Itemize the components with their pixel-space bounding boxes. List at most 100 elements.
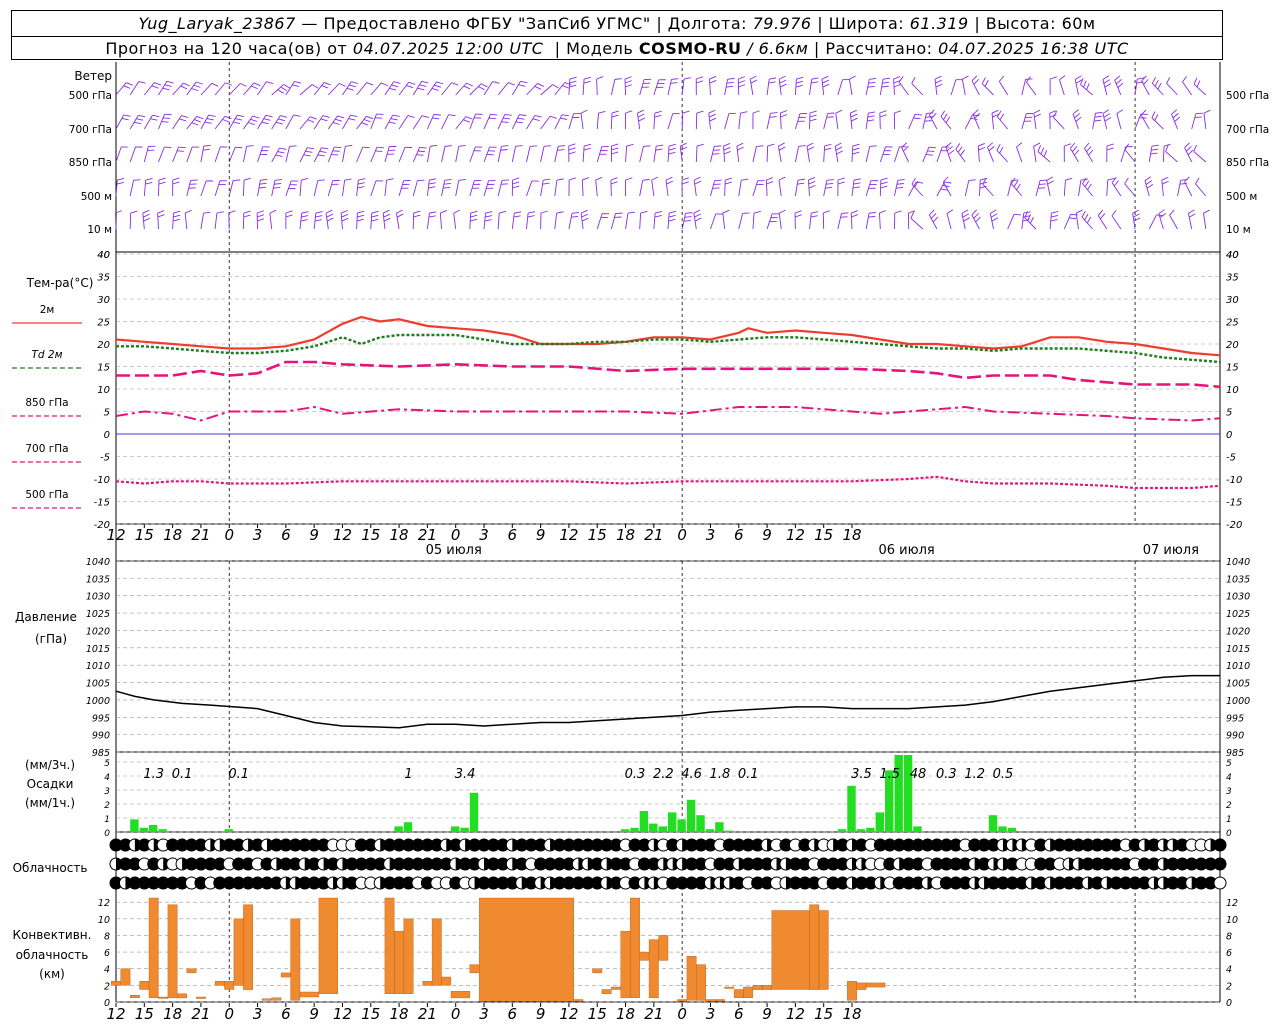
wind-barb bbox=[1191, 113, 1197, 130]
wind-barb-feather bbox=[1093, 119, 1102, 122]
wind-barb bbox=[981, 83, 994, 96]
wind-barb-feather bbox=[235, 118, 243, 121]
pressure-axis-tick-right: 995 bbox=[1226, 713, 1244, 724]
precip-3h-total: 2.2 bbox=[653, 767, 674, 782]
wind-barb bbox=[469, 146, 476, 163]
wind-barb-feather bbox=[696, 76, 704, 80]
wind-barb-feather bbox=[357, 182, 365, 185]
wind-level-label-right: 500 м bbox=[1226, 191, 1257, 203]
precip-bar bbox=[715, 822, 724, 832]
temp-axis-tick-right: 30 bbox=[1226, 295, 1239, 306]
hour-tick-label: 0 bbox=[677, 526, 687, 544]
wind-barb-feather bbox=[500, 149, 508, 151]
precip-bar bbox=[847, 785, 856, 832]
wind-barb-feather bbox=[928, 146, 936, 149]
wind-barb-feather bbox=[696, 110, 704, 114]
wind-barb bbox=[269, 213, 273, 230]
wind-barb-feather bbox=[970, 117, 978, 120]
wind-barb-feather bbox=[485, 215, 493, 218]
wind-barb-feather bbox=[990, 209, 997, 214]
wind-barb-feather bbox=[911, 177, 916, 185]
wind-barb bbox=[441, 82, 453, 96]
precip-bar bbox=[988, 815, 998, 832]
wind-barb-feather bbox=[991, 109, 999, 114]
wind-barb-feather bbox=[696, 80, 704, 84]
wind-barb-feather bbox=[960, 149, 965, 156]
wind-barb-feather bbox=[709, 117, 717, 122]
precip-bar bbox=[224, 829, 233, 832]
wind-barb bbox=[526, 213, 529, 230]
wind-barb-feather bbox=[834, 142, 842, 147]
wind-barb-feather bbox=[307, 119, 315, 123]
wind-barb bbox=[651, 180, 655, 197]
conv-bar bbox=[158, 996, 169, 999]
wind-barb bbox=[1033, 113, 1037, 130]
wind-barb-feather bbox=[323, 82, 331, 86]
wind-barb bbox=[946, 213, 952, 230]
wind-barb bbox=[806, 146, 810, 163]
wind-barb-feather bbox=[243, 177, 251, 181]
precip-bar bbox=[394, 826, 403, 832]
wind-barb-feather bbox=[1133, 213, 1140, 218]
wind-barb-feather bbox=[962, 213, 970, 218]
wind-barb bbox=[667, 79, 672, 96]
wind-barb-feather bbox=[571, 212, 580, 214]
wind-barb-feather bbox=[841, 212, 849, 214]
wind-barb-feather bbox=[581, 213, 589, 218]
wind-barb-feather bbox=[432, 117, 440, 120]
wind-barb-feather bbox=[392, 114, 400, 117]
wind-barb bbox=[129, 212, 132, 230]
wind-barb-feather bbox=[1184, 176, 1190, 183]
wind-barb-feather bbox=[1158, 209, 1165, 215]
wind-barb-feather bbox=[1163, 143, 1171, 147]
pressure-axis-tick-right: 1040 bbox=[1226, 557, 1250, 568]
wind-barb-feather bbox=[1106, 147, 1114, 151]
wind-barb-feather bbox=[183, 82, 190, 87]
wind-barb-feather bbox=[779, 209, 786, 214]
wind-barb-feather bbox=[752, 110, 760, 114]
wind-barb-feather bbox=[879, 210, 887, 214]
wind-barb-feather bbox=[569, 80, 577, 84]
wind-barb-feather bbox=[808, 184, 816, 189]
wind-barb bbox=[1148, 214, 1157, 230]
wind-barb bbox=[1097, 215, 1108, 230]
wind-barb-feather bbox=[345, 144, 353, 147]
hour-tick-label: 12 bbox=[559, 1005, 578, 1023]
wind-barb-feather bbox=[1033, 142, 1041, 147]
hour-tick-label: 12 bbox=[333, 1005, 352, 1023]
conv-title-line: (км) bbox=[39, 967, 65, 981]
wind-barb bbox=[1053, 116, 1065, 130]
wind-barb-feather bbox=[850, 113, 858, 118]
wind-barb-feather bbox=[413, 214, 421, 218]
wind-barb-feather bbox=[500, 183, 509, 185]
wind-barb bbox=[595, 180, 598, 197]
wind-barb-feather bbox=[285, 210, 293, 214]
hour-tick-label: 21 bbox=[644, 1005, 663, 1023]
wind-barb-feather bbox=[517, 117, 525, 120]
wind-barb-feather bbox=[1157, 82, 1162, 90]
wind-barb-feather bbox=[1074, 149, 1080, 156]
hour-tick-label: 15 bbox=[588, 1005, 607, 1023]
wind-barb bbox=[1111, 215, 1122, 230]
wind-barb-feather bbox=[266, 81, 274, 84]
wind-barb bbox=[200, 180, 207, 197]
wind-barb bbox=[778, 180, 782, 197]
wind-barb-feather bbox=[350, 114, 358, 118]
wind-barb-feather bbox=[611, 143, 619, 147]
wind-barb-feather bbox=[1087, 183, 1092, 191]
wind-barb bbox=[1106, 180, 1109, 197]
wind-barb-feather bbox=[913, 117, 921, 120]
wind-barb-feather bbox=[419, 146, 427, 149]
hour-tick-label: 12 bbox=[333, 526, 352, 544]
wind-barb bbox=[370, 147, 378, 163]
wind-barb-feather bbox=[250, 118, 258, 122]
wind-barb-feather bbox=[1046, 176, 1054, 181]
series-t2m bbox=[115, 315, 1221, 357]
hour-tick-label: 0 bbox=[451, 1005, 461, 1023]
wind-barb bbox=[200, 146, 205, 163]
wind-barb-feather bbox=[881, 85, 889, 88]
hour-tick-label: 3 bbox=[253, 526, 263, 544]
conv-bar bbox=[271, 997, 282, 1001]
wind-barb-feather bbox=[1116, 109, 1123, 114]
wind-barb bbox=[809, 213, 812, 230]
